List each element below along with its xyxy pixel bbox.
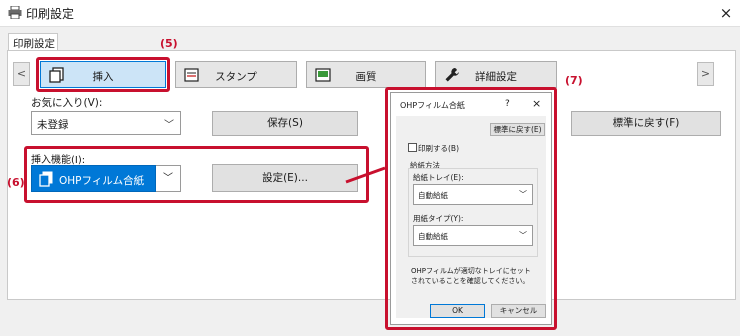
favorites-value: 未登録 bbox=[37, 119, 69, 131]
scroll-left-button[interactable]: < bbox=[13, 62, 30, 86]
callout-7: (7) bbox=[565, 74, 583, 87]
print-checkbox-label: 印刷する(B) bbox=[418, 144, 459, 153]
tab-print-settings[interactable]: 印刷設定 bbox=[8, 33, 58, 51]
paper-type-select[interactable]: 自動給紙 ﹀ bbox=[413, 225, 533, 246]
tab-stamp[interactable]: スタンプ bbox=[175, 61, 297, 88]
chevron-down-icon: ﹀ bbox=[519, 190, 527, 199]
popup-close-button[interactable]: × bbox=[532, 97, 541, 110]
paper-type-value: 自動給紙 bbox=[418, 232, 448, 241]
tray-select[interactable]: 自動給紙 ﹀ bbox=[413, 184, 533, 205]
favorites-select[interactable]: 未登録 ﹀ bbox=[31, 111, 181, 135]
chevron-down-icon: ﹀ bbox=[519, 231, 527, 240]
tab-image-quality[interactable]: 画質 bbox=[306, 61, 426, 88]
print-checkbox[interactable] bbox=[408, 143, 417, 152]
popup-title: OHPフィルム合紙 bbox=[400, 101, 465, 110]
tray-label: 給紙トレイ(E): bbox=[413, 173, 464, 182]
callout-5: (5) bbox=[160, 37, 178, 50]
cancel-button[interactable]: キャンセル bbox=[491, 304, 546, 318]
popup-note-line1: OHPフィルムが適切なトレイにセット bbox=[411, 267, 531, 275]
popup-note-line2: されていることを確認してください。 bbox=[411, 277, 530, 285]
tab-stamp-label: スタンプ bbox=[215, 71, 257, 83]
favorites-label: お気に入り(V): bbox=[31, 97, 103, 109]
window-close-button[interactable]: × bbox=[716, 3, 736, 23]
title-bar bbox=[0, 0, 740, 26]
reset-defaults-button[interactable]: 標準に戻す(F) bbox=[571, 111, 721, 136]
paper-type-label: 用紙タイプ(Y): bbox=[413, 214, 464, 223]
window-title: 印刷設定 bbox=[26, 7, 75, 21]
chevron-down-icon: ﹀ bbox=[164, 120, 174, 131]
callout-6: (6) bbox=[7, 176, 25, 189]
scroll-right-button[interactable]: > bbox=[697, 62, 714, 86]
save-button[interactable]: 保存(S) bbox=[212, 111, 358, 136]
popup-help-button[interactable]: ? bbox=[505, 99, 510, 109]
callout-highlight-tab bbox=[36, 57, 170, 92]
tab-advanced[interactable]: 詳細設定 bbox=[435, 61, 557, 88]
callout-highlight-insert bbox=[24, 146, 369, 203]
printer-icon bbox=[8, 6, 22, 19]
tray-value: 自動給紙 bbox=[418, 191, 448, 200]
ok-button[interactable]: OK bbox=[430, 304, 485, 318]
popup-reset-button[interactable]: 標準に戻す(E) bbox=[490, 123, 545, 136]
tab-advanced-label: 詳細設定 bbox=[475, 71, 517, 83]
tab-image-quality-label: 画質 bbox=[355, 71, 377, 83]
